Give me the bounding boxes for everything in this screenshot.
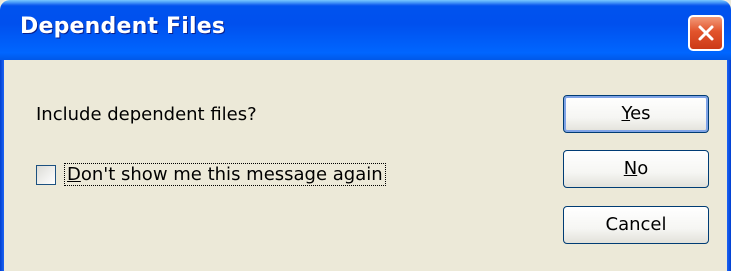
- yes-button[interactable]: Yes: [563, 95, 709, 133]
- title-bar[interactable]: Dependent Files: [0, 0, 731, 60]
- dialog-message: Include dependent files?: [36, 104, 257, 125]
- close-icon: [698, 25, 714, 41]
- window-title: Dependent Files: [20, 14, 226, 39]
- dont-show-again-checkbox[interactable]: [36, 165, 56, 185]
- cancel-button[interactable]: Cancel: [563, 206, 709, 244]
- no-label-rest: o: [637, 158, 649, 179]
- yes-mnemonic: Y: [621, 103, 631, 124]
- dialog-window: Dependent Files Include dependent files?…: [0, 0, 731, 271]
- dont-show-again-label-text: on't show me this message again: [80, 164, 383, 185]
- dont-show-again-label[interactable]: Don't show me this message again: [64, 163, 386, 186]
- yes-label-rest: es: [630, 103, 651, 124]
- dont-show-again-mnemonic: D: [67, 164, 81, 185]
- no-button[interactable]: No: [563, 150, 709, 188]
- window-frame-right: [727, 60, 731, 271]
- no-mnemonic: N: [623, 158, 638, 179]
- window-frame-left: [0, 60, 4, 271]
- close-button[interactable]: [688, 15, 724, 51]
